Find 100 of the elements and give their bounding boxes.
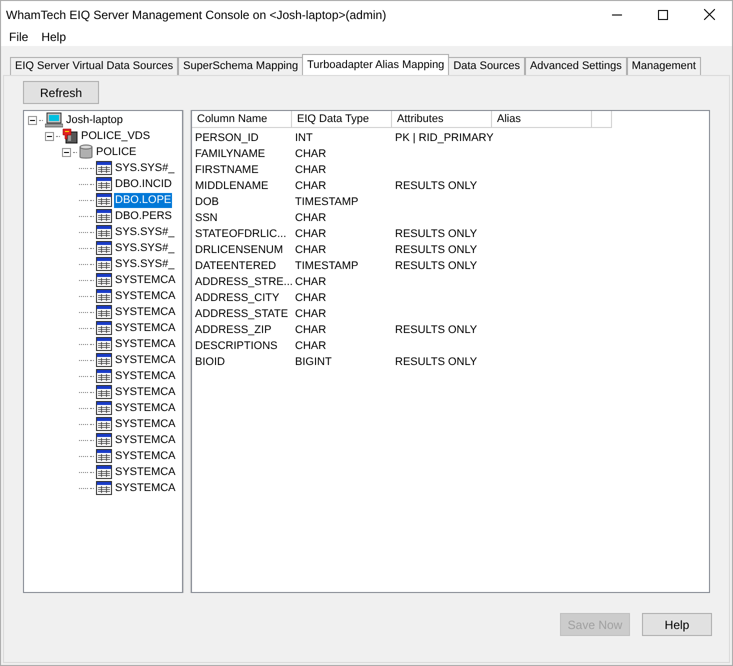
table-cell: RESULTS ONLY	[395, 180, 478, 192]
table-cell: DATEENTERED	[195, 260, 276, 272]
column-header[interactable]: Alias	[492, 111, 592, 128]
tree-item[interactable]: SYSTEMCA	[114, 352, 177, 368]
window-title: WhamTech EIQ Server Management Console on <Josh-laptop>(admin)	[6, 6, 388, 24]
column-header[interactable]: Attributes	[392, 111, 492, 128]
tree-item[interactable]: SYSTEMCA	[114, 480, 177, 496]
tree-item[interactable]: SYSTEMCA	[114, 432, 177, 448]
table-cell: ADDRESS_ZIP	[195, 324, 272, 336]
table-cell: TIMESTAMP	[295, 196, 358, 208]
column-header[interactable]: EIQ Data Type	[292, 111, 392, 128]
tree-item[interactable]: SYSTEMCA	[114, 448, 177, 464]
minus-box-icon[interactable]	[28, 116, 37, 124]
table-cell: CHAR	[295, 276, 326, 288]
table-cell: BIGINT	[295, 356, 332, 368]
table-cell: ADDRESS_STRE...	[195, 276, 293, 288]
tab[interactable]: EIQ Server Virtual Data Sources	[10, 57, 178, 75]
tree-item[interactable]: SYS.SYS#_	[114, 160, 176, 176]
tree-item[interactable]: SYSTEMCA	[114, 416, 177, 432]
table-icon	[96, 161, 112, 175]
tree-item[interactable]: SYSTEMCA	[114, 320, 177, 336]
table-icon	[96, 289, 112, 303]
table-cell: SSN	[195, 212, 218, 224]
tab[interactable]: SuperSchema Mapping	[178, 57, 304, 75]
tab[interactable]: Turboadapter Alias Mapping	[302, 54, 450, 75]
table-cell: RESULTS ONLY	[395, 356, 478, 368]
table-cell: CHAR	[295, 244, 326, 256]
tab[interactable]: Data Sources	[448, 57, 525, 75]
minus-box-icon[interactable]	[62, 148, 71, 156]
table-cell: STATEOFDRLIC...	[195, 228, 286, 240]
tree-item[interactable]: SYS.SYS#_	[114, 240, 176, 256]
table-icon	[96, 369, 112, 383]
tree-item[interactable]: SYSTEMCA	[114, 368, 177, 384]
table-icon	[96, 465, 112, 479]
table-cell: PERSON_ID	[195, 132, 259, 144]
tree-item[interactable]: DBO.LOPE	[114, 192, 172, 208]
tree-item[interactable]: DBO.PERS	[114, 208, 173, 224]
table-cell: FIRSTNAME	[195, 164, 259, 176]
table-icon	[96, 433, 112, 447]
table-cell: MIDDLENAME	[195, 180, 268, 192]
table-cell: CHAR	[295, 180, 326, 192]
table-cell: ADDRESS_STATE	[195, 308, 288, 320]
table-icon	[96, 385, 112, 399]
tab[interactable]: Management	[626, 57, 701, 75]
table-icon	[96, 321, 112, 335]
table-cell: CHAR	[295, 308, 326, 320]
table-icon	[96, 225, 112, 239]
table-icon	[96, 241, 112, 255]
table-cell: TIMESTAMP	[295, 260, 358, 272]
maximize-icon	[658, 10, 668, 20]
tree-item[interactable]: SYSTEMCA	[114, 464, 177, 480]
table-cell: PK | RID_PRIMARY	[395, 132, 494, 144]
table-cell: DOB	[195, 196, 219, 208]
table-icon	[96, 257, 112, 271]
tree-item[interactable]: SYSTEMCA	[114, 400, 177, 416]
tab[interactable]: Advanced Settings	[524, 57, 627, 75]
table-icon	[96, 193, 112, 207]
table-cell: CHAR	[295, 228, 326, 240]
table-cell: RESULTS ONLY	[395, 244, 478, 256]
table-cell: RESULTS ONLY	[395, 260, 478, 272]
tree-item[interactable]: SYSTEMCA	[114, 288, 177, 304]
table-cell: FAMILYNAME	[195, 148, 266, 160]
table-icon	[96, 305, 112, 319]
table-cell: RESULTS ONLY	[395, 228, 478, 240]
database-icon	[79, 144, 93, 160]
table-icon	[96, 481, 112, 495]
tree-item[interactable]: SYS.SYS#_	[114, 256, 176, 272]
table-cell: CHAR	[295, 148, 326, 160]
refresh-button[interactable]: Refresh	[23, 81, 99, 104]
tree-item[interactable]: SYSTEMCA	[114, 304, 177, 320]
tree-item[interactable]: POLICE	[95, 144, 138, 160]
table-icon	[96, 273, 112, 287]
minus-box-icon[interactable]	[45, 132, 54, 140]
dialog-button[interactable]: Help	[642, 613, 712, 636]
table-cell: DRLICENSENUM	[195, 244, 284, 256]
tree-item[interactable]: SYSTEMCA	[114, 384, 177, 400]
table-icon	[96, 449, 112, 463]
menu-item[interactable]: Help	[41, 28, 66, 46]
table-icon	[96, 417, 112, 431]
table-icon	[96, 177, 112, 191]
column-header[interactable]: Column Name	[192, 111, 292, 128]
computer-icon	[45, 112, 63, 128]
table-cell: DESCRIPTIONS	[195, 340, 278, 352]
menu-item[interactable]: File	[9, 28, 28, 46]
table-cell: RESULTS ONLY	[395, 324, 478, 336]
tree-item[interactable]: SYSTEMCA	[114, 272, 177, 288]
tree-item[interactable]: SYSTEMCA	[114, 336, 177, 352]
table-cell: CHAR	[295, 340, 326, 352]
tree-item[interactable]: SYS.SYS#_	[114, 224, 176, 240]
table-icon	[96, 353, 112, 367]
table-cell: CHAR	[295, 212, 326, 224]
table-icon	[96, 337, 112, 351]
table-cell: CHAR	[295, 292, 326, 304]
tree-item[interactable]: DBO.INCID	[114, 176, 173, 192]
table-icon	[96, 401, 112, 415]
database-flag-icon	[62, 128, 78, 144]
tree-item[interactable]: Josh-laptop	[65, 112, 124, 128]
close-icon	[704, 9, 714, 20]
tree-item[interactable]: POLICE_VDS	[80, 128, 152, 144]
table-cell: CHAR	[295, 324, 326, 336]
